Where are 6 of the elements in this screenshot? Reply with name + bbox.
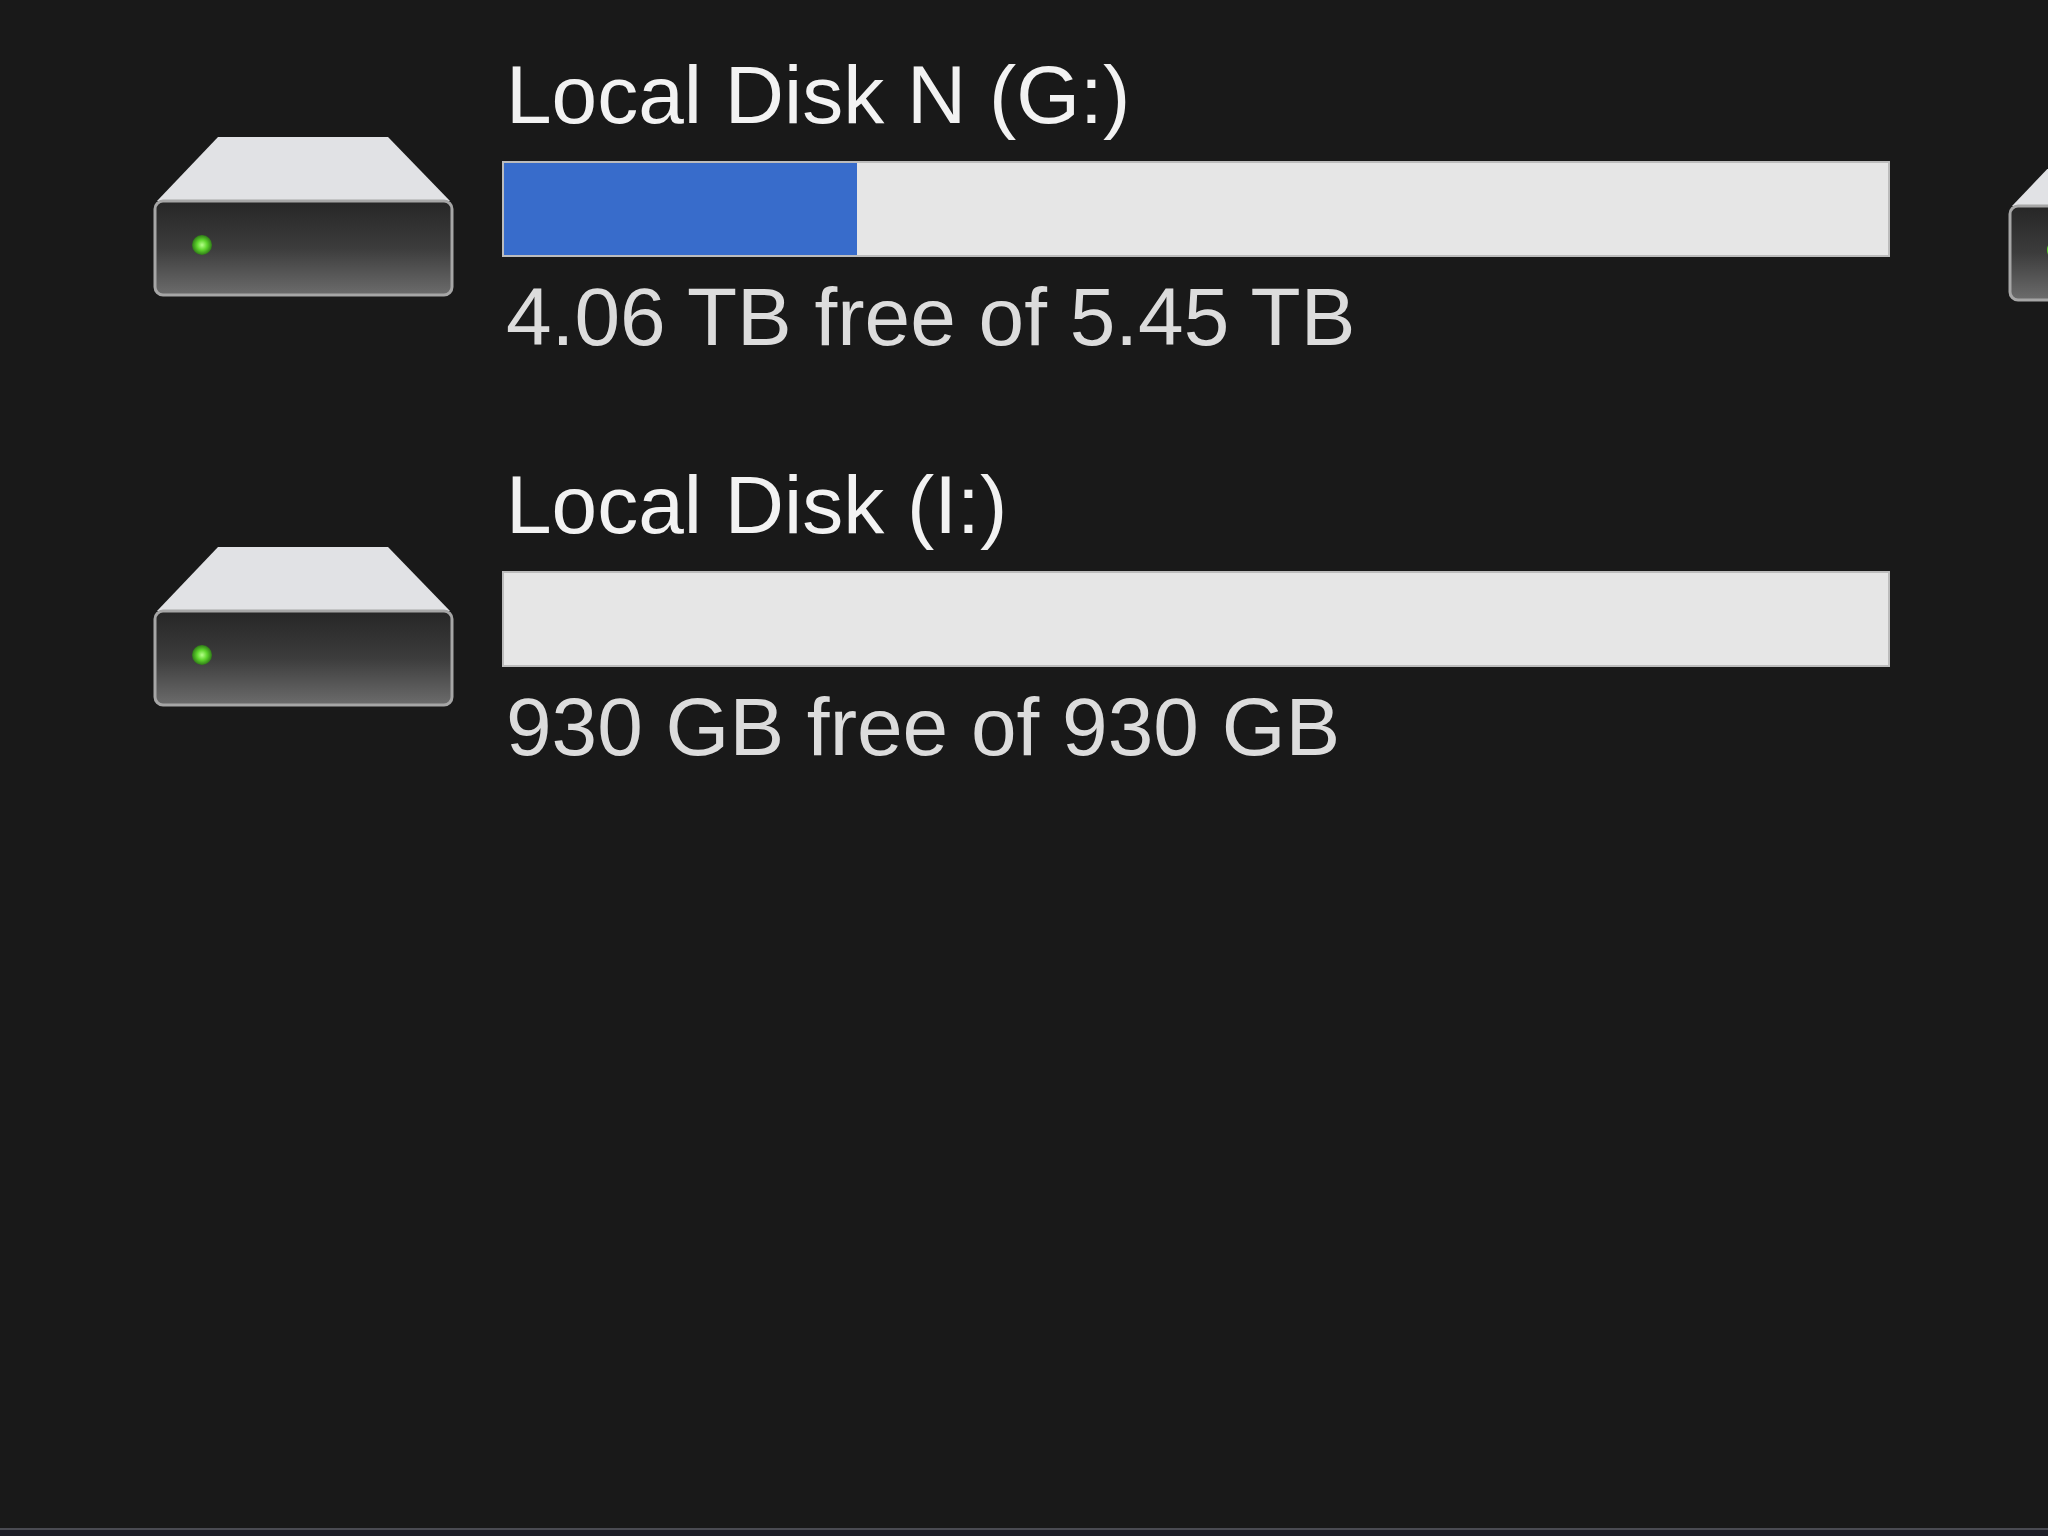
drive-name: Local Disk N (G:) bbox=[505, 50, 1131, 140]
hard-drive-icon bbox=[152, 547, 455, 707]
hard-drive-icon bbox=[152, 137, 455, 297]
drive-name: Local Disk (I:) bbox=[505, 460, 1008, 550]
free-space-text: 930 GB free of 930 GB bbox=[505, 682, 1341, 772]
free-space-text: 4.06 TB free of 5.45 TB bbox=[505, 272, 1356, 362]
